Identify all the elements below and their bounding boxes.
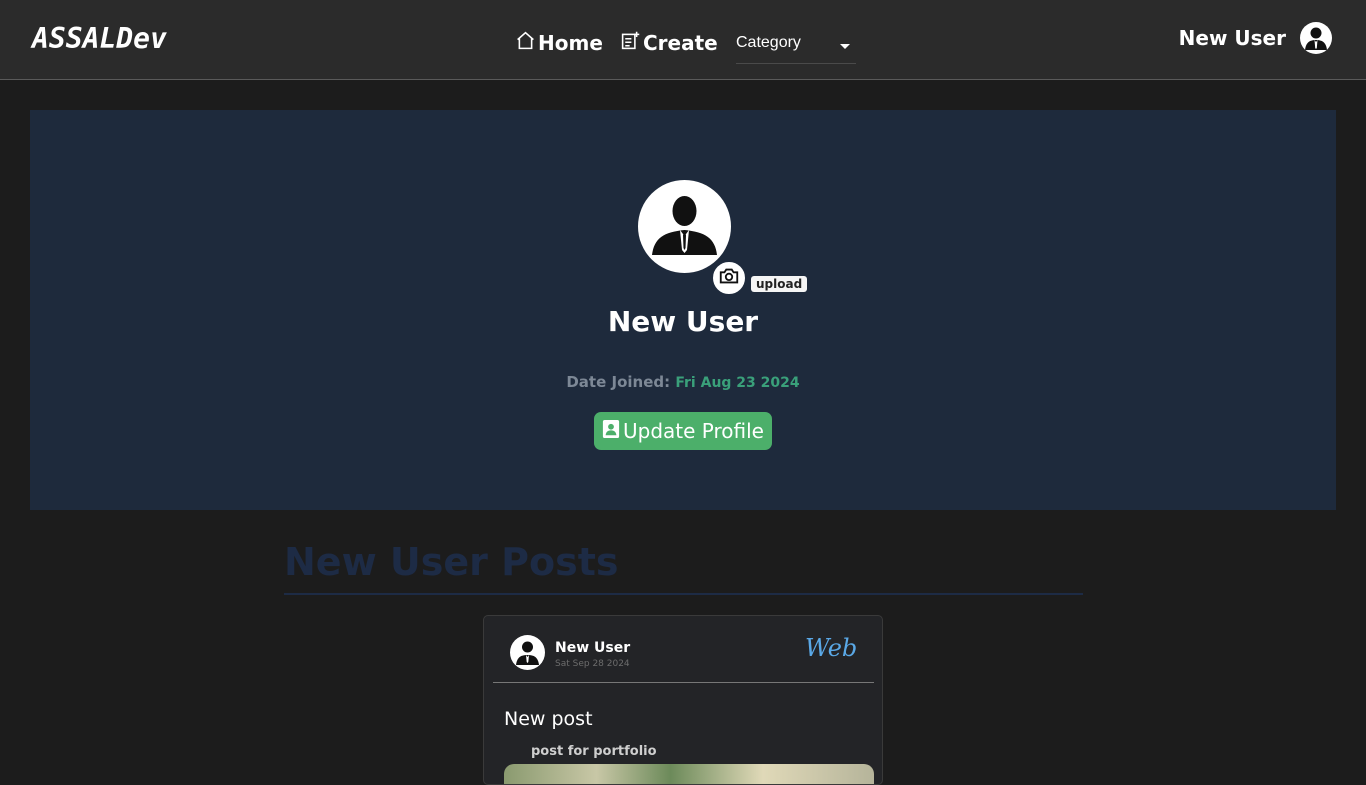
upload-label[interactable]: upload [751, 276, 808, 292]
nav-create-label: Create [643, 31, 718, 55]
posts-section-title: New User Posts [284, 540, 619, 584]
profile-card: upload New User Date Joined: Fri Aug 23 … [30, 110, 1336, 510]
user-avatar-icon [1300, 22, 1332, 54]
post-title[interactable]: New post [504, 708, 593, 730]
post-author-avatar [510, 635, 545, 670]
brand-logo[interactable]: ASSALDev [32, 22, 167, 55]
post-description: post for portfolio [531, 744, 657, 759]
user-menu[interactable]: New User [1179, 22, 1332, 54]
user-avatar-icon [516, 641, 539, 665]
contact-card-icon [602, 419, 620, 444]
post-category-badge[interactable]: Web [805, 634, 857, 662]
update-profile-button[interactable]: Update Profile [594, 412, 772, 450]
top-navbar: ASSALDev Home Create Category New User [0, 0, 1366, 80]
post-image[interactable] [504, 764, 874, 784]
nav-create-link[interactable]: Create [620, 30, 718, 56]
profile-name: New User [607, 305, 759, 338]
nav-home-link[interactable]: Home [515, 30, 603, 56]
category-select-label: Category [736, 34, 801, 51]
nav-home-label: Home [538, 31, 603, 55]
chevron-down-icon [840, 44, 850, 49]
date-joined: Date Joined: Fri Aug 23 2024 [30, 373, 1336, 391]
posts-divider [284, 593, 1083, 595]
camera-icon [718, 265, 740, 291]
date-joined-value: Fri Aug 23 2024 [675, 375, 800, 391]
user-menu-name: New User [1178, 26, 1286, 50]
category-select[interactable]: Category [736, 34, 856, 64]
profile-avatar [638, 180, 731, 273]
post-author-name[interactable]: New User [555, 640, 630, 656]
update-profile-label: Update Profile [623, 419, 764, 443]
post-date: Sat Sep 28 2024 [555, 659, 630, 669]
post-card[interactable]: New User Sat Sep 28 2024 Web New post po… [483, 615, 883, 785]
create-post-icon [620, 30, 641, 56]
date-joined-label: Date Joined: [566, 373, 671, 391]
user-avatar-icon [652, 196, 717, 255]
home-icon [515, 30, 536, 56]
post-header-divider [493, 682, 874, 683]
camera-upload-button[interactable] [711, 260, 747, 296]
